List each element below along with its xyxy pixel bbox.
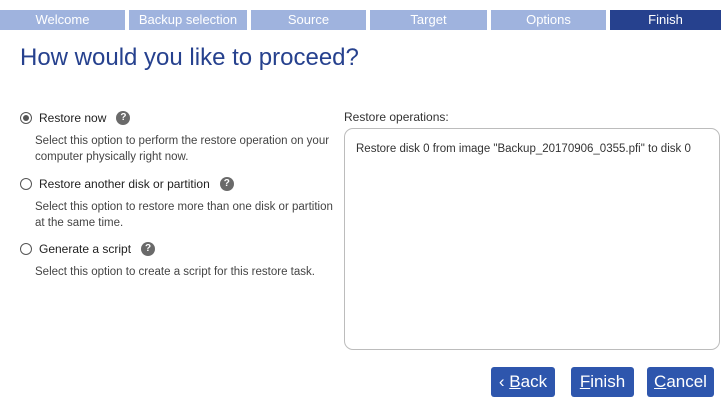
option-label[interactable]: Restore another disk or partition bbox=[39, 177, 210, 191]
help-icon[interactable]: ? bbox=[116, 111, 131, 125]
tab-source[interactable]: Source bbox=[251, 10, 366, 30]
restore-operations-label: Restore operations: bbox=[344, 110, 449, 124]
help-icon[interactable]: ? bbox=[219, 177, 234, 191]
option-description: Select this option to create a script fo… bbox=[35, 266, 315, 278]
back-button[interactable]: ‹ Back bbox=[491, 367, 555, 397]
finish-label: inish bbox=[590, 372, 626, 391]
radio-restore-now[interactable] bbox=[20, 112, 32, 124]
tab-finish[interactable]: Finish bbox=[610, 10, 721, 30]
option-label[interactable]: Restore now bbox=[39, 111, 106, 125]
wizard-steps: Welcome Backup selection Source Target O… bbox=[0, 0, 721, 30]
back-chevron-icon: ‹ bbox=[498, 372, 510, 391]
tab-backup-selection[interactable]: Backup selection bbox=[129, 10, 247, 30]
option-description: Select this option to perform the restor… bbox=[35, 135, 330, 163]
radio-restore-another[interactable] bbox=[20, 178, 32, 190]
restore-operations-box[interactable]: Restore disk 0 from image "Backup_201709… bbox=[344, 128, 720, 350]
cancel-mnemonic: C bbox=[654, 372, 667, 391]
option-description: Select this option to restore more than … bbox=[35, 201, 333, 229]
option-label[interactable]: Generate a script bbox=[39, 242, 131, 256]
tab-target[interactable]: Target bbox=[370, 10, 487, 30]
back-label: ack bbox=[520, 372, 548, 391]
finish-button[interactable]: Finish bbox=[571, 367, 634, 397]
radio-generate-script[interactable] bbox=[20, 243, 32, 255]
tab-options[interactable]: Options bbox=[491, 10, 606, 30]
back-mnemonic: B bbox=[509, 372, 521, 391]
tab-welcome[interactable]: Welcome bbox=[0, 10, 125, 30]
restore-operation-line: Restore disk 0 from image "Backup_201709… bbox=[356, 143, 691, 155]
finish-mnemonic: F bbox=[579, 372, 591, 391]
cancel-label: ancel bbox=[666, 372, 707, 391]
cancel-button[interactable]: Cancel bbox=[647, 367, 714, 397]
option-generate-script[interactable]: Generate a script ? Select this option t… bbox=[20, 240, 335, 280]
help-icon[interactable]: ? bbox=[141, 242, 156, 256]
option-restore-another[interactable]: Restore another disk or partition ? Sele… bbox=[20, 175, 335, 231]
option-restore-now[interactable]: Restore now ? Select this option to perf… bbox=[20, 109, 335, 165]
page-title: How would you like to proceed? bbox=[20, 44, 359, 71]
